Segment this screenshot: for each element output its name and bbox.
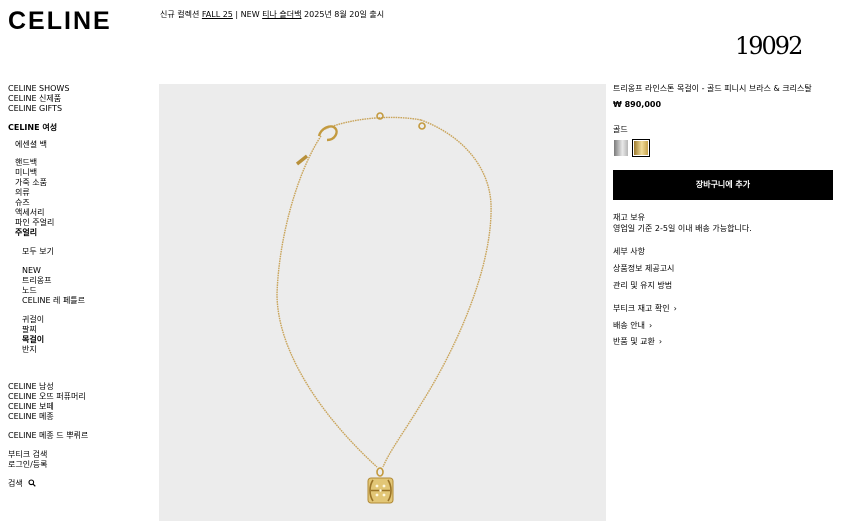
gold-swatch[interactable] [632,139,650,157]
nav-shows[interactable]: CELINE SHOWS [8,84,69,94]
add-to-cart-button[interactable]: 장바구니에 추가 [613,170,833,200]
nav-necklaces[interactable]: 목걸이 [22,335,44,345]
boutique-stock-label: 부티크 재고 확인 [613,304,670,313]
delivery-info: 영업일 기준 2-5일 이내 배송 가능합니다. [613,224,752,233]
search-icon [28,479,37,487]
care-link[interactable]: 관리 및 유지 방법 [613,281,672,291]
nav-handbags[interactable]: 핸드백 [15,158,37,168]
nav-perfume[interactable]: CELINE 오뜨 퍼퓨머리 [8,392,86,402]
nav-fine-jewelry[interactable]: 파인 주얼리 [15,218,54,228]
nav-new[interactable]: NEW [22,266,41,276]
nav-essential-bags[interactable]: 에센셜 백 [15,140,47,150]
announce-separator: | NEW [235,10,260,19]
product-title: 트리옹프 라인스톤 목걸이 - 골드 피니시 브라스 & 크리스탈 [613,84,812,93]
pendant-bail [376,467,384,477]
nav-shoes[interactable]: 슈즈 [15,198,30,208]
nav-login[interactable]: 로그인/등록 [8,460,48,470]
necklace-illustration [276,112,492,504]
shipping-link[interactable]: 배송 안내 › [613,321,652,331]
nav-earrings[interactable]: 귀걸이 [22,315,44,325]
product-image[interactable] [159,84,606,521]
brand-mark[interactable]: 19092 [735,33,803,59]
chevron-right-icon: › [658,337,663,346]
nav-boutique-search[interactable]: 부티크 검색 [8,450,47,460]
chevron-right-icon: › [673,304,677,313]
nav-celine-letter[interactable]: CELINE 레 페틀르 [22,296,85,306]
nav-node[interactable]: 노드 [22,286,37,296]
nav-women[interactable]: CELINE 여성 [8,123,57,133]
tina-bag-link[interactable]: 티나 숄더백 [262,10,301,19]
nav-search-label: 검색 [8,479,23,488]
nav-bracelets[interactable]: 팔찌 [22,325,37,335]
nav-maison[interactable]: CELINE 메종 [8,412,54,422]
jump-ring-2 [418,122,426,130]
nav-maison-de-parfum[interactable]: CELINE 메종 드 뿌뤼르 [8,431,88,441]
celine-logo[interactable]: CELINE [8,8,112,34]
announce-date: 2025년 8월 20일 출시 [304,10,385,19]
returns-label: 반품 및 교환 [613,337,655,346]
nav-mini-bags[interactable]: 미니백 [15,168,37,178]
silver-swatch[interactable] [614,140,628,156]
nav-accessories[interactable]: 액세서리 [15,208,44,218]
nav-jewelry[interactable]: 주얼리 [15,228,37,238]
returns-link[interactable]: 반품 및 교환 › [613,337,662,347]
product-price: ₩ 890,000 [613,100,662,109]
nav-men[interactable]: CELINE 남성 [8,382,54,392]
product-info-link[interactable]: 상품정보 제공고시 [613,264,674,274]
nav-clothing[interactable]: 의류 [15,188,30,198]
nav-triomphe[interactable]: 트리옹프 [22,276,51,286]
chevron-right-icon: › [648,321,653,330]
details-link[interactable]: 세부 사항 [613,247,645,257]
nav-new-items[interactable]: CELINE 신제품 [8,94,61,104]
color-label: 골드 [613,125,628,134]
boutique-stock-link[interactable]: 부티크 재고 확인 › [613,304,677,314]
stock-status: 재고 보유 [613,213,645,222]
nav-beauty[interactable]: CELINE 보떼 [8,402,54,412]
celine-triomphe-pendant [367,477,394,504]
nav-leather-goods[interactable]: 가죽 소품 [15,178,47,188]
shipping-label: 배송 안내 [613,321,645,330]
nav-search[interactable]: 검색 [8,479,37,489]
fall-25-link[interactable]: FALL 25 [202,10,233,19]
product-panel: 트리옹프 라인스톤 목걸이 - 골드 피니시 브라스 & 크리스탈 ₩ 890,… [613,84,833,346]
extender [295,154,309,166]
nav-rings[interactable]: 반지 [22,345,37,355]
nav-view-all[interactable]: 모두 보기 [22,247,54,257]
announcement-bar: 신규 컬렉션 FALL 25 | NEW 티나 숄더백 2025년 8월 20일… [160,10,384,20]
color-swatches [613,139,673,158]
announce-prefix: 신규 컬렉션 [160,10,200,19]
nav-gifts[interactable]: CELINE GIFTS [8,104,62,114]
